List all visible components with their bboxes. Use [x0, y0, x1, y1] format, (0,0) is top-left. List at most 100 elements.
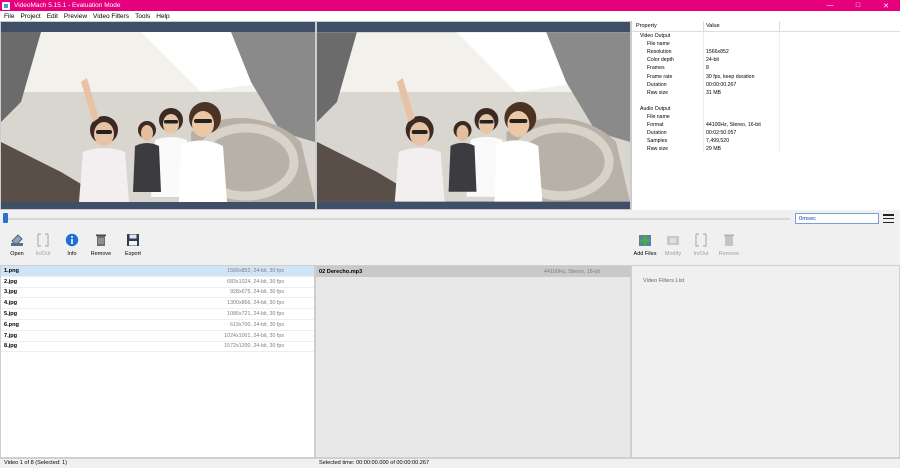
- info-icon: [65, 233, 79, 247]
- menu-preview[interactable]: Preview: [64, 13, 87, 20]
- property-key: File name: [632, 40, 704, 49]
- toolbar: Open In/Out Info Remove Export Add Files: [0, 228, 900, 265]
- title-bar: VideoMach 5.15.1 - Evaluation Mode — □ ✕: [0, 0, 900, 11]
- seek-bar-area: 0msec: [0, 210, 900, 228]
- export-button[interactable]: Export: [119, 233, 147, 263]
- modify-button[interactable]: Modify: [659, 233, 687, 263]
- add-files-icon: [638, 233, 652, 247]
- property-value: [704, 104, 780, 113]
- menu-project[interactable]: Project: [20, 13, 40, 20]
- status-left: Video 1 of 8 (Selected: 1): [4, 460, 68, 466]
- in-out-button[interactable]: In/Out: [29, 233, 57, 263]
- audio-files-list[interactable]: 02 Derecho.mp3 44100Hz, Stereo, 16-bit: [315, 265, 631, 458]
- maximize-button[interactable]: □: [844, 0, 872, 11]
- menu-edit[interactable]: Edit: [47, 13, 58, 20]
- property-key: Video Output: [632, 32, 704, 41]
- close-button[interactable]: ✕: [872, 0, 900, 11]
- property-key: Resolution: [632, 48, 704, 57]
- property-row[interactable]: Raw size 31 MB: [632, 88, 900, 97]
- property-key: Duration: [632, 129, 704, 138]
- menu-file[interactable]: File: [4, 13, 14, 20]
- remove-button[interactable]: Remove: [87, 233, 115, 263]
- open-label: Open: [10, 251, 24, 257]
- output-preview[interactable]: [316, 21, 631, 210]
- source-preview[interactable]: [0, 21, 316, 210]
- video-file-name: 6.png: [4, 321, 19, 328]
- in-out-label: In/Out: [35, 251, 51, 257]
- menu-video-filters[interactable]: Video Filters: [93, 13, 129, 20]
- window-title: VideoMach 5.15.1 - Evaluation Mode: [14, 2, 121, 9]
- info-label: Info: [67, 251, 77, 257]
- property-value: 00:00:00.267: [704, 80, 780, 89]
- video-file-name: 2.jpg: [4, 278, 18, 285]
- property-key: Color depth: [632, 56, 704, 65]
- seek-thumb[interactable]: [3, 213, 8, 223]
- in-out-label-right: In/Out: [693, 251, 709, 257]
- remove-button-right[interactable]: Remove: [715, 233, 743, 263]
- video-file-row[interactable]: 8.jpg 1572x1200, 24-bit, 30 fps: [1, 342, 314, 353]
- audio-file-row[interactable]: 02 Derecho.mp3 44100Hz, Stereo, 16-bit: [316, 266, 630, 277]
- video-file-row[interactable]: 2.jpg 683x1024, 24-bit, 30 fps: [1, 277, 314, 288]
- video-file-info: 1572x1200, 24-bit, 30 fps: [224, 343, 284, 350]
- video-file-row[interactable]: 3.jpg 928x675, 24-bit, 30 fps: [1, 288, 314, 299]
- video-file-row[interactable]: 1.png 1566x852, 24-bit, 30 fps: [1, 266, 314, 277]
- add-files-label: Add Files: [633, 251, 657, 257]
- property-row[interactable]: Format 44100Hz, Stereo, 16-bit: [632, 121, 900, 130]
- video-file-name: 8.jpg: [4, 343, 18, 350]
- video-file-name: 5.jpg: [4, 311, 18, 318]
- video-filters-list[interactable]: Video Filters List: [631, 265, 900, 458]
- add-files-button[interactable]: Add Files: [631, 233, 659, 263]
- menu-tools[interactable]: Tools: [135, 13, 150, 20]
- video-file-row[interactable]: 6.png 619x700, 24-bit, 30 fps: [1, 320, 314, 331]
- menu-bar: File Project Edit Preview Video Filters …: [0, 11, 900, 21]
- property-row[interactable]: File name: [632, 112, 900, 122]
- property-row[interactable]: [632, 96, 900, 105]
- preview-image: [1, 22, 315, 209]
- in-out-button-right[interactable]: In/Out: [687, 233, 715, 263]
- property-row[interactable]: File name: [632, 40, 900, 49]
- menu-help[interactable]: Help: [156, 13, 169, 20]
- property-row[interactable]: Duration 00:00:00.267: [632, 80, 900, 89]
- properties-header: Property Value: [632, 21, 900, 32]
- property-key: Frames: [632, 64, 704, 73]
- property-value: 31 MB: [704, 88, 780, 97]
- property-row[interactable]: Audio Output: [632, 104, 900, 113]
- audio-file-name: 02 Derecho.mp3: [319, 268, 363, 275]
- property-column-header[interactable]: Property: [632, 21, 704, 31]
- property-row[interactable]: Frames 8: [632, 64, 900, 73]
- property-row[interactable]: Duration 00:02:50.057: [632, 129, 900, 138]
- property-key: Samples: [632, 137, 704, 146]
- property-row[interactable]: Samples 7,499,520: [632, 137, 900, 146]
- minimize-button[interactable]: —: [816, 0, 844, 11]
- property-key: Frame rate: [632, 72, 704, 81]
- app-icon: [2, 1, 10, 10]
- remove-label-right: Remove: [718, 251, 740, 257]
- property-row[interactable]: Resolution 1566x852: [632, 48, 900, 57]
- time-field[interactable]: 0msec: [795, 213, 879, 224]
- property-row[interactable]: Raw size 29 MB: [632, 145, 900, 154]
- video-file-info: 1300x866, 24-bit, 30 fps: [227, 300, 284, 307]
- video-filters-list-label: Video Filters List: [643, 278, 685, 284]
- property-key: Audio Output: [632, 104, 704, 113]
- seek-track[interactable]: [4, 218, 790, 220]
- video-file-row[interactable]: 5.jpg 1086x721, 24-bit, 30 fps: [1, 309, 314, 320]
- video-file-row[interactable]: 7.jpg 1024x1001, 24-bit, 30 fps: [1, 331, 314, 342]
- modify-icon: [666, 233, 680, 247]
- property-value: 24-bit: [704, 56, 780, 65]
- info-button[interactable]: Info: [58, 233, 86, 263]
- modify-label: Modify: [664, 251, 682, 257]
- property-value: 44100Hz, Stereo, 16-bit: [704, 121, 780, 130]
- video-file-row[interactable]: 4.jpg 1300x866, 24-bit, 30 fps: [1, 298, 314, 310]
- value-column-header[interactable]: Value: [704, 21, 780, 31]
- open-button[interactable]: Open: [3, 233, 31, 263]
- property-value: 30 fps, keep duration: [704, 72, 780, 81]
- menu-icon[interactable]: [883, 214, 894, 223]
- property-key: File name: [632, 112, 704, 122]
- property-row[interactable]: Frame rate 30 fps, keep duration: [632, 72, 900, 81]
- video-file-info: 683x1024, 24-bit, 30 fps: [227, 278, 284, 285]
- property-row[interactable]: Color depth 24-bit: [632, 56, 900, 65]
- video-files-list[interactable]: 1.png 1566x852, 24-bit, 30 fps 2.jpg 683x10…: [0, 265, 315, 458]
- in-out-icon: [36, 233, 50, 247]
- property-row[interactable]: Video Output: [632, 32, 900, 41]
- property-value: [704, 96, 780, 105]
